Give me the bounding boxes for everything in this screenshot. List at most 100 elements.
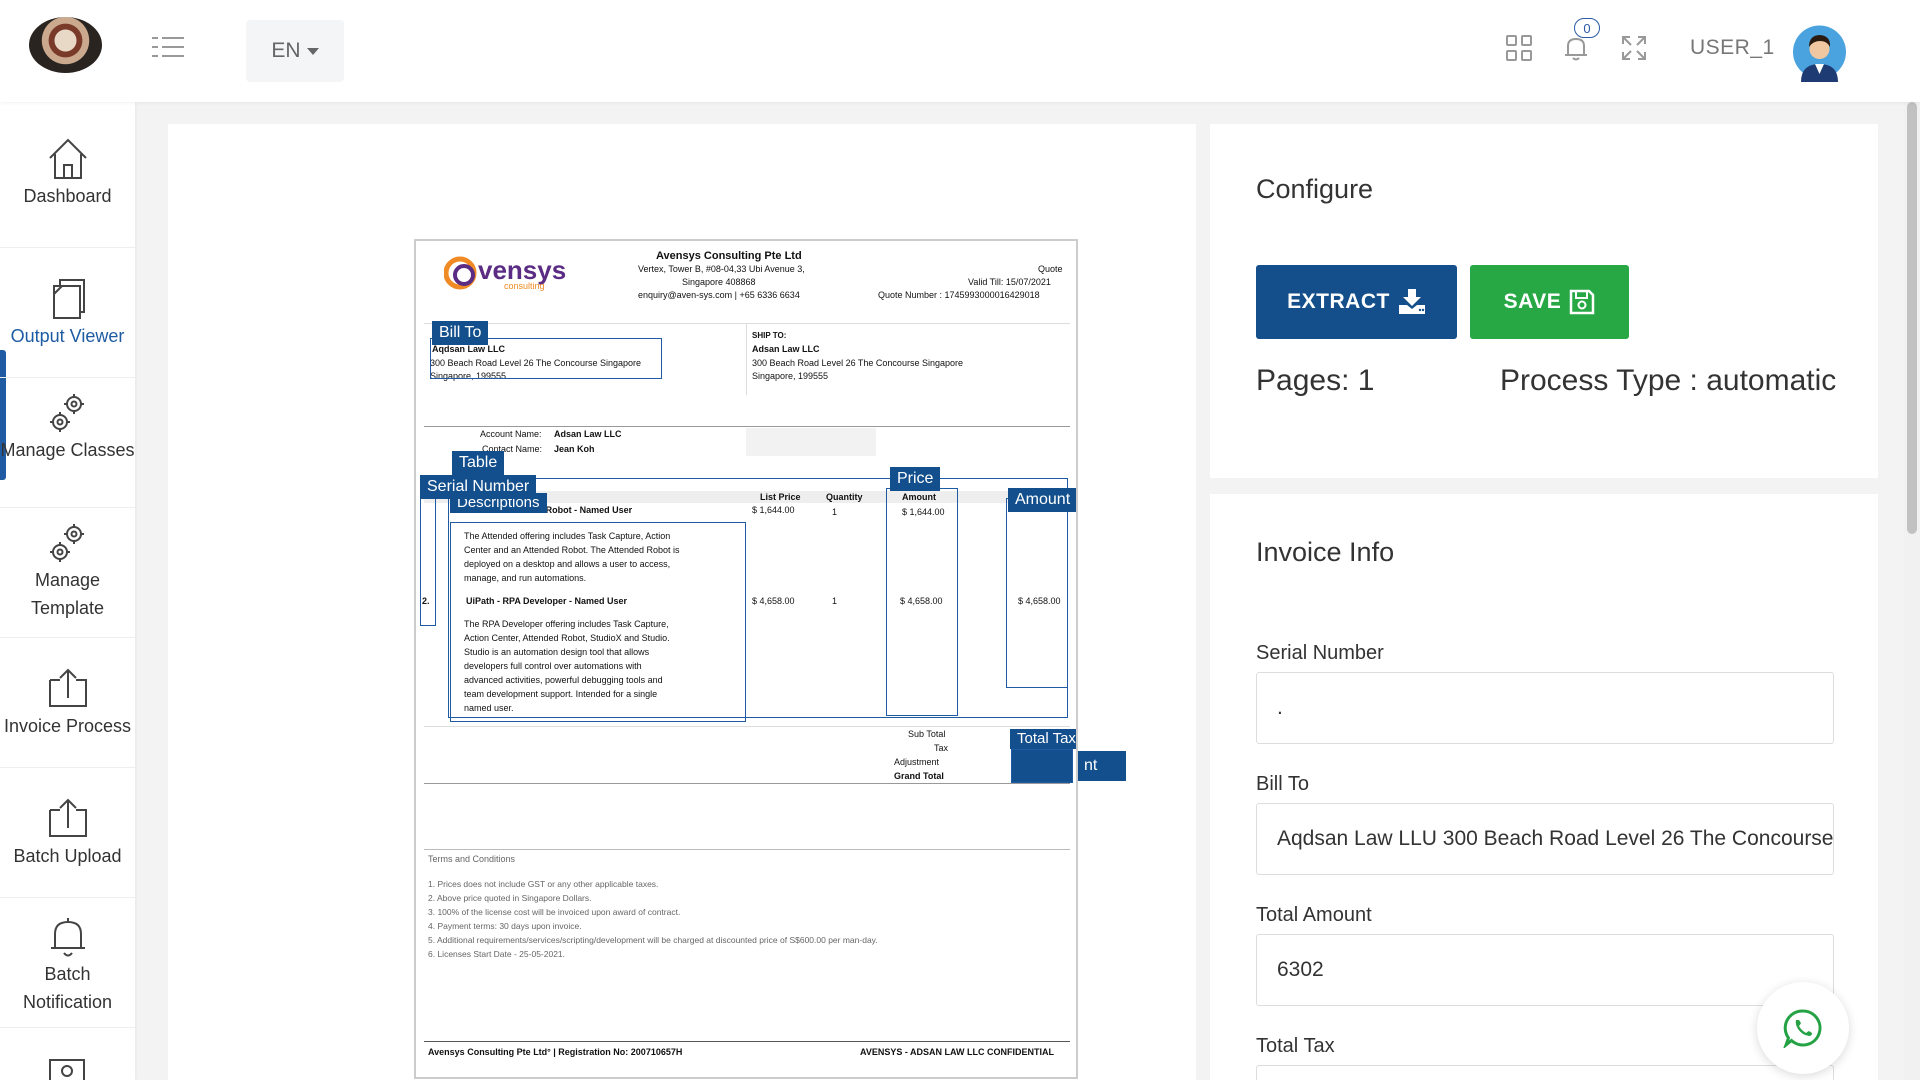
divider [424,849,1070,850]
company-address-2: Singapore 408868 [682,277,756,287]
sidebar-item-label: Dashboard [23,186,112,206]
extract-button[interactable]: EXTRACT [1256,265,1457,339]
language-label: EN [271,39,301,62]
shaded-cell [746,428,876,456]
document-type: Quote [1038,264,1063,274]
total-tax-tag: Total Tax [1010,729,1076,749]
upload-icon [48,668,87,707]
sidebar-item-manage-template[interactable]: Manage Template [0,508,135,638]
total-tax-field[interactable] [1256,1065,1834,1080]
language-dropdown[interactable]: EN [246,20,344,82]
avensys-logo: vensys consulting [444,255,566,291]
terms-title: Terms and Conditions [428,854,516,864]
divider [424,1041,1070,1042]
footer-right: AVENSYS - ADSAN LAW LLC CONFIDENTIAL [860,1047,1054,1057]
user-profile-icon[interactable] [48,1058,86,1080]
fullscreen-icon[interactable] [1620,34,1648,62]
ship-to-name: Adsan Law LLC [752,344,820,354]
ship-to-label: SHIP TO: [752,331,787,340]
terms-item: 1. Prices does not include GST or any ot… [428,879,659,889]
chevron-down-icon [306,47,319,55]
apps-grid-icon[interactable] [1505,34,1533,62]
company-contact: enquiry@aven-sys.com | +65 6336 6634 [638,290,800,300]
serial-number-label: Serial Number [1256,642,1384,664]
total-amount-region[interactable] [1011,749,1073,783]
contact-name: Jean Koh [554,444,595,454]
serial-number-tag: Serial Number [420,475,537,499]
total-amount-label: Total Amount [1256,904,1372,926]
terms-item: 3. 100% of the license cost will be invo… [428,907,681,917]
bell-icon [50,918,85,957]
svg-text:consulting: consulting [504,281,545,291]
company-address-1: Vertex, Tower B, #08-04,33 Ubi Avenue 3, [638,264,805,274]
bill-to-tag: Bill To [432,321,489,345]
sidebar-item-batch-notification[interactable]: Batch Notification [0,898,135,1028]
divider [424,323,1070,324]
gears-icon [49,524,84,562]
description-region[interactable] [450,522,746,722]
sidebar-item-batch-upload[interactable]: Batch Upload [0,768,135,898]
username-label[interactable]: USER_1 [1690,36,1775,60]
home-icon [48,138,87,179]
sidebar-item-label: Batch Notification [22,964,113,1012]
whatsapp-icon [1783,1009,1822,1048]
adjustment-label: Adjustment [894,757,940,767]
divider [424,726,1070,727]
configure-title: Configure [1256,174,1374,204]
extract-label: EXTRACT [1287,290,1390,313]
sidebar-item-dashboard[interactable]: Dashboard [0,122,135,248]
page-scrollbar[interactable] [1904,102,1920,1080]
process-type: Process Type : automatic [1500,364,1837,397]
terms-item: 4. Payment terms: 30 days upon invoice. [428,921,582,931]
invoice-page: vensys consulting Avensys Consulting Pte… [414,239,1078,1079]
footer-left: Avensys Consulting Pte Ltd° | Registrati… [428,1047,683,1057]
divider [424,426,1070,427]
save-label: SAVE [1503,290,1562,313]
whatsapp-chat-button[interactable] [1757,982,1849,1074]
sidebar: Dashboard Output Viewer Manage Classes M… [0,102,135,1080]
divider [746,323,747,395]
sidebar-item-label: Invoice Process [3,716,132,736]
price-region[interactable] [886,488,958,716]
price-tag: Price [890,467,941,491]
sidebar-item-invoice-process[interactable]: Invoice Process [0,638,135,768]
sidebar-item-manage-classes[interactable]: Manage Classes [0,378,135,508]
bell-icon[interactable] [1562,34,1590,62]
ship-to-address-2: Singapore, 199555 [752,371,829,381]
notification-count-badge: 0 [1574,18,1600,38]
floppy-disk-icon [1570,289,1595,315]
grand-total-label: Grand Total [894,771,944,781]
sidebar-item-label: Manage Template [30,570,105,618]
quote-number: Quote Number : 1745993000016429018 [878,290,1040,300]
amount-region[interactable] [1006,498,1068,688]
sidebar-item-output-viewer[interactable]: Output Viewer [0,248,135,378]
amount-tag: Amount [1008,488,1076,512]
menu-toggle-icon[interactable] [152,36,184,58]
serial-number-region[interactable] [420,498,436,626]
total-tax-label: Total Tax [1256,1035,1335,1057]
ship-to-address-1: 300 Beach Road Level 26 The Concourse Si… [752,358,963,368]
scrollbar-thumb[interactable] [1907,102,1917,534]
pages-count: Pages: 1 [1256,364,1375,397]
bill-to-field[interactable]: Aqdsan Law LLU 300 Beach Road Level 26 T… [1256,803,1834,875]
divider [424,783,1070,784]
account-name-label: Account Name: [480,429,542,439]
document-icon [52,279,85,319]
table-tag: Table [452,451,505,475]
terms-item: 2. Above price quoted in Singapore Dolla… [428,893,592,903]
total-amount-tag: nt [1078,751,1126,781]
upload-icon [48,798,87,837]
terms-item: 5. Additional requirements/services/scri… [428,935,878,945]
serial-number-field[interactable]: . [1256,672,1834,744]
user-avatar[interactable] [1793,22,1846,82]
bill-to-label: Bill To [1256,773,1309,795]
total-amount-field[interactable]: 6302 [1256,934,1834,1006]
account-name: Adsan Law LLC [554,429,622,439]
terms-item: 6. Licenses Start Date - 25-05-2021. [428,949,566,959]
save-button[interactable]: SAVE [1470,265,1629,339]
sidebar-item-label: Batch Upload [13,846,122,866]
company-name: Avensys Consulting Pte Ltd [656,250,802,262]
invoice-info-title: Invoice Info [1256,537,1395,567]
app-logo[interactable] [29,17,102,73]
top-navbar: EN 0 USER_1 [0,0,1920,102]
